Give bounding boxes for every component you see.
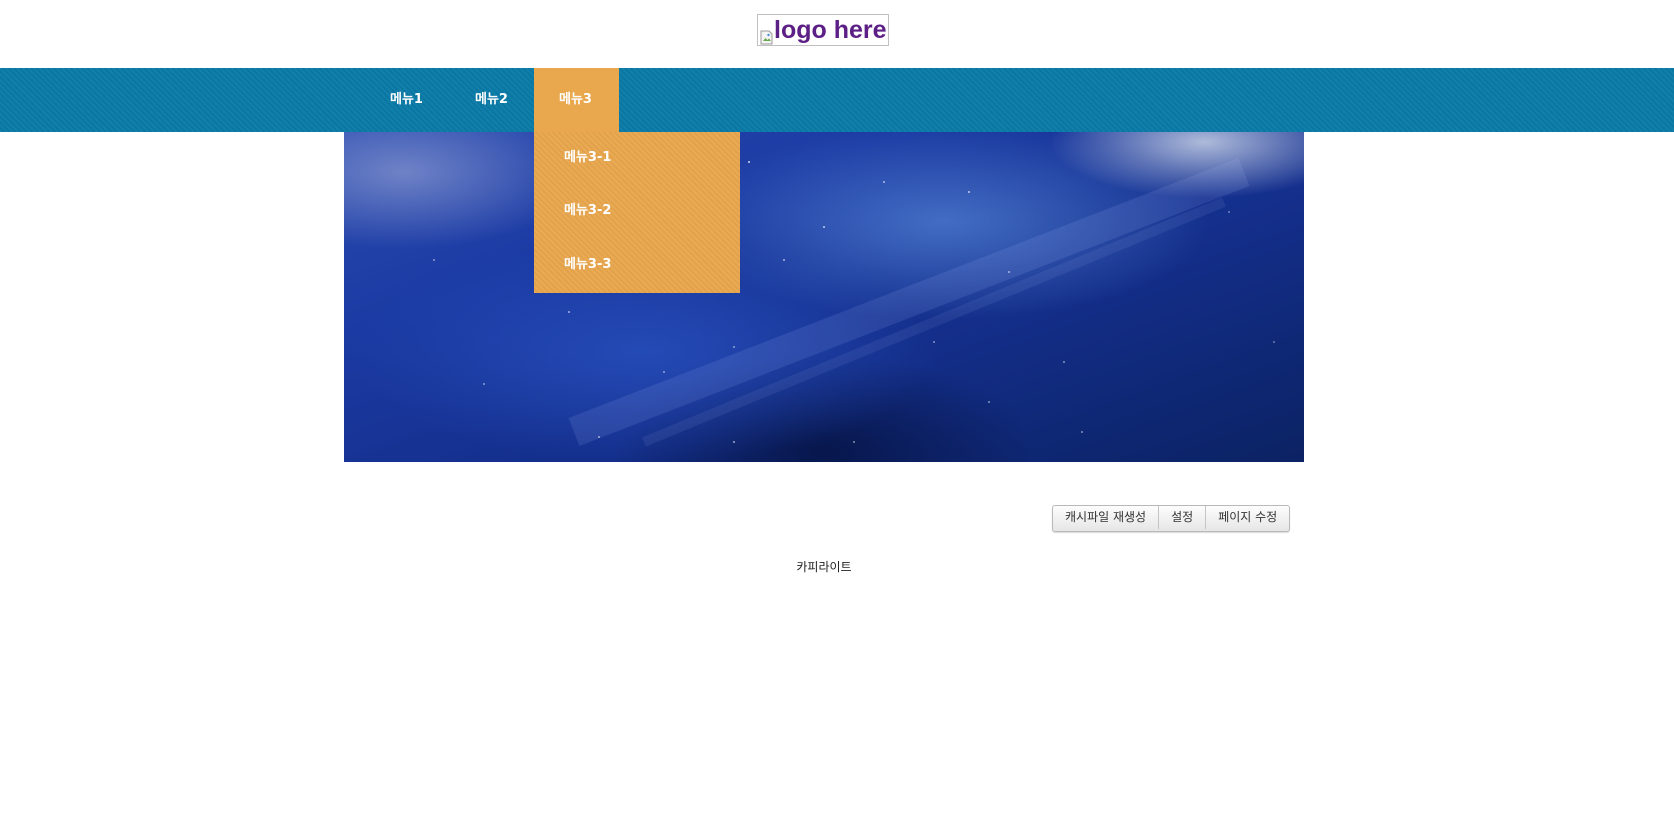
footer-copyright: 카피라이트 <box>796 560 852 574</box>
submenu-item-3-1[interactable]: 메뉴3-1 <box>534 132 740 184</box>
nav-submenu-menu3: 메뉴3-1 메뉴3-2 메뉴3-3 <box>534 132 740 293</box>
nav-item-menu2[interactable]: 메뉴2 <box>450 68 533 132</box>
hero-banner <box>344 132 1304 462</box>
submenu-item-3-3[interactable]: 메뉴3-3 <box>534 238 740 292</box>
hero-stars <box>433 153 1275 447</box>
site-header: logo here <box>0 0 1674 68</box>
regenerate-cache-button[interactable]: 캐시파일 재생성 <box>1053 506 1158 529</box>
submenu-item-3-2[interactable]: 메뉴3-2 <box>534 184 740 238</box>
edit-page-button[interactable]: 페이지 수정 <box>1205 506 1289 529</box>
settings-button[interactable]: 설정 <box>1158 506 1205 529</box>
main-nav: 메뉴1 메뉴2 메뉴3 <box>0 68 1674 132</box>
broken-image-icon <box>760 23 773 44</box>
nav-item-menu1[interactable]: 메뉴1 <box>365 68 448 132</box>
admin-toolbar: 캐시파일 재생성 설정 페이지 수정 <box>1052 505 1291 532</box>
site-logo[interactable]: logo here <box>757 14 889 46</box>
logo-alt-text: logo here <box>774 15 887 44</box>
nav-item-menu3[interactable]: 메뉴3 <box>534 68 619 132</box>
